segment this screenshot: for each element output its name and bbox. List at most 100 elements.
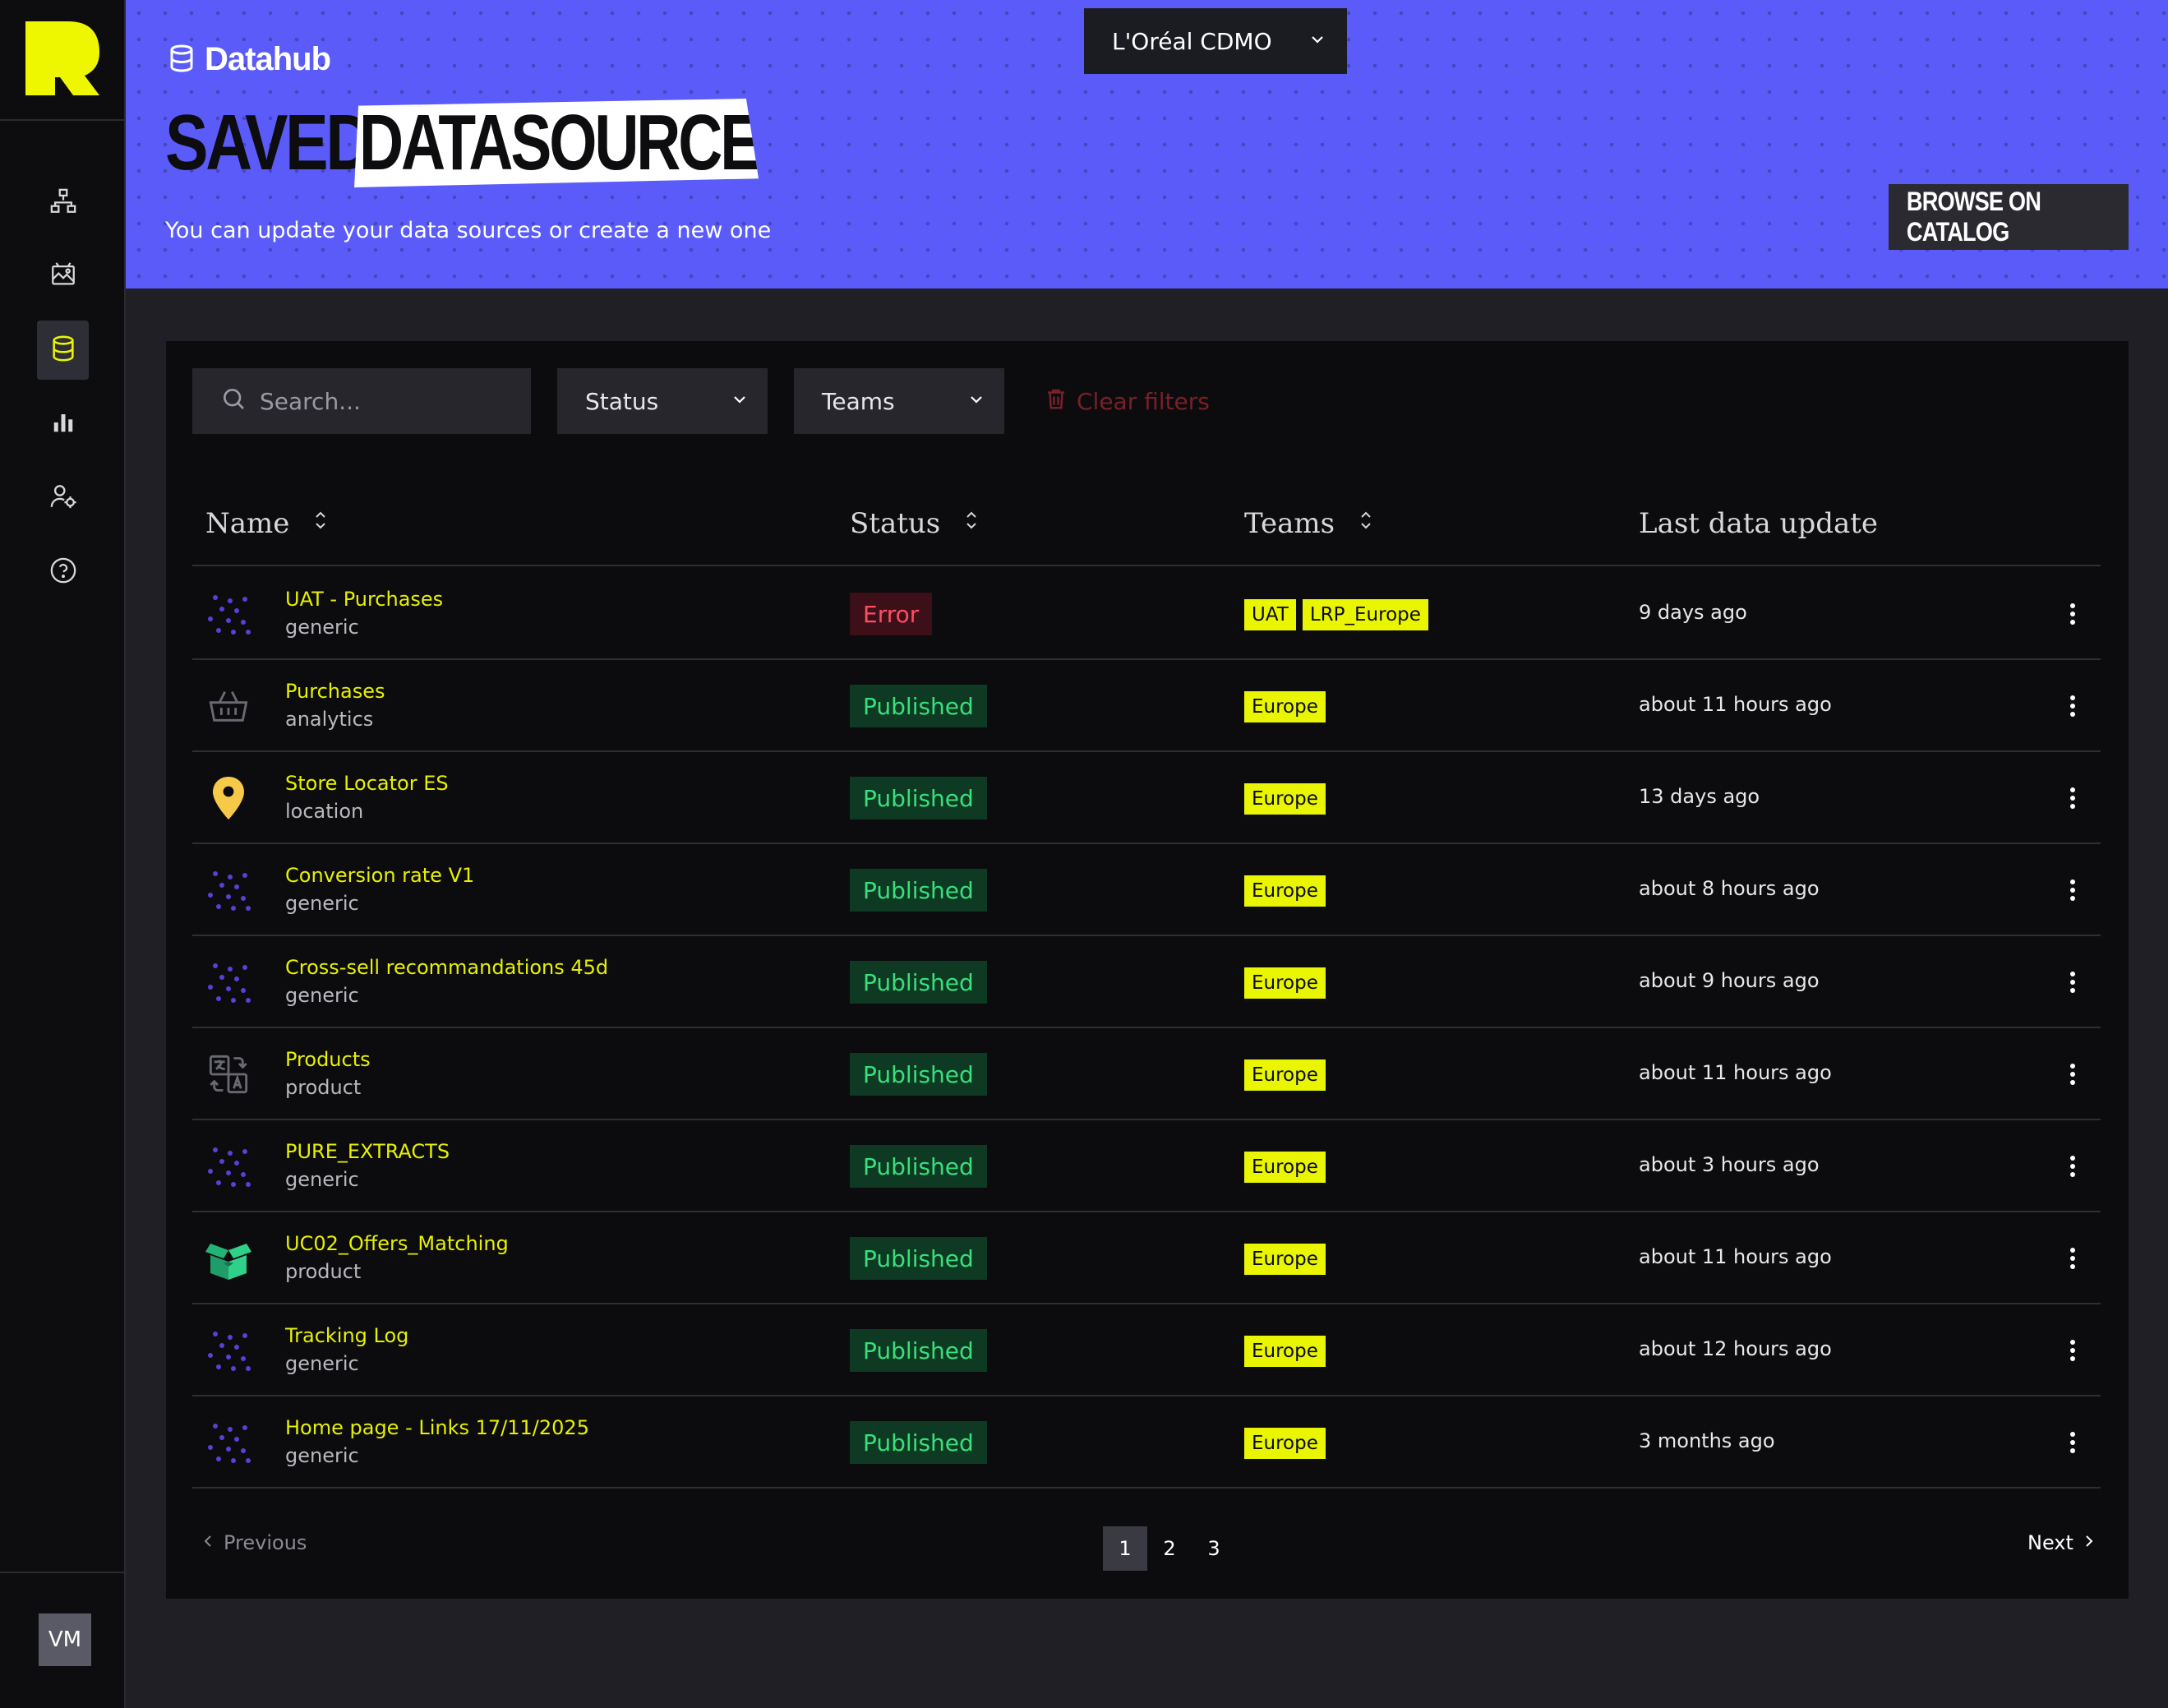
chevron-down-icon xyxy=(1308,28,1327,55)
status-badge: Published xyxy=(850,1421,987,1464)
team-tag: Europe xyxy=(1244,875,1326,907)
organization-select-value: L'Oréal CDMO xyxy=(1112,27,1272,55)
table-row[interactable]: Home page - Links 17/11/2025 generic Publi… xyxy=(192,1396,2101,1489)
datasource-type: analytics xyxy=(285,708,374,731)
table-row[interactable]: Cross-sell recommandations 45d generic Pub… xyxy=(192,936,2101,1028)
datasource-type: generic xyxy=(285,1444,359,1467)
table-row[interactable]: PURE_EXTRACTS generic Published Europe about… xyxy=(192,1120,2101,1212)
organization-select[interactable]: L'Oréal CDMO xyxy=(1084,8,1347,74)
search-input[interactable]: Search... xyxy=(192,368,531,434)
team-tags: Europe xyxy=(1244,875,1326,907)
datasource-name[interactable]: Store Locator ES xyxy=(285,772,449,795)
datasource-type: generic xyxy=(285,616,359,639)
more-options-icon[interactable] xyxy=(2058,688,2087,724)
table-row[interactable]: Store Locator ES location Published Europe 1… xyxy=(192,752,2101,844)
team-tags: Europe xyxy=(1244,1152,1326,1183)
nav-gallery[interactable] xyxy=(37,247,89,306)
team-tag: Europe xyxy=(1244,1152,1326,1183)
last-update: 3 months ago xyxy=(1639,1429,1775,1452)
more-options-icon[interactable] xyxy=(2058,872,2087,908)
team-tag: Europe xyxy=(1244,1336,1326,1367)
teams-filter[interactable]: Teams xyxy=(794,368,1004,434)
table-row[interactable]: UC02_Offers_Matching product Published Euro… xyxy=(192,1212,2101,1304)
table-row[interactable]: UAT - Purchases generic Error UAT LRP_Europe… xyxy=(192,568,2101,660)
datasource-name[interactable]: Tracking Log xyxy=(285,1324,408,1347)
browse-catalog-button[interactable]: BROWSE ON CATALOG xyxy=(1889,184,2129,250)
more-options-icon[interactable] xyxy=(2058,1332,2087,1369)
datasource-name[interactable]: UAT - Purchases xyxy=(285,588,443,611)
datasources-panel: Search... Status Teams Clear filters Nam… xyxy=(166,341,2129,1599)
table-row[interactable]: Tracking Log generic Published Europe about … xyxy=(192,1304,2101,1396)
database-icon xyxy=(49,335,77,366)
datasource-name[interactable]: Home page - Links 17/11/2025 xyxy=(285,1416,589,1439)
team-tags: Europe xyxy=(1244,1336,1326,1367)
nav-datasources[interactable] xyxy=(37,321,89,380)
more-options-icon[interactable] xyxy=(2058,780,2087,816)
page-title-part1: SAVED xyxy=(165,99,372,187)
more-options-icon[interactable] xyxy=(2058,1424,2087,1461)
column-header-teams-label: Teams xyxy=(1244,507,1335,540)
status-badge: Published xyxy=(850,1329,987,1372)
datasource-name[interactable]: Conversion rate V1 xyxy=(285,864,474,887)
dots-icon xyxy=(204,1418,253,1467)
status-badge: Published xyxy=(850,685,987,727)
search-placeholder: Search... xyxy=(260,387,361,415)
datasource-name[interactable]: PURE_EXTRACTS xyxy=(285,1140,450,1163)
page-2[interactable]: 2 xyxy=(1147,1526,1192,1571)
database-icon xyxy=(167,44,196,76)
more-options-icon[interactable] xyxy=(2058,1240,2087,1276)
status-badge: Published xyxy=(850,1053,987,1096)
last-update: about 8 hours ago xyxy=(1639,877,1820,900)
page-3[interactable]: 3 xyxy=(1192,1526,1236,1571)
sidebar: VM xyxy=(0,0,126,1708)
page-subtitle: You can update your data sources or crea… xyxy=(165,218,772,243)
page-1[interactable]: 1 xyxy=(1103,1526,1147,1571)
datasource-name[interactable]: Products xyxy=(285,1048,371,1071)
nav-users[interactable] xyxy=(37,469,89,528)
column-header-status[interactable]: Status xyxy=(850,481,980,566)
more-options-icon[interactable] xyxy=(2058,1056,2087,1092)
datasource-type: generic xyxy=(285,1168,359,1191)
avatar[interactable]: VM xyxy=(39,1613,91,1666)
hierarchy-icon xyxy=(49,187,77,219)
next-page-button[interactable]: Next xyxy=(2027,1531,2095,1554)
clear-filters-button[interactable]: Clear filters xyxy=(1044,368,1210,434)
chevron-down-icon xyxy=(730,388,750,415)
datasource-type: generic xyxy=(285,1352,359,1375)
translate-icon xyxy=(204,1050,253,1099)
column-header-name[interactable]: Name xyxy=(205,481,329,566)
dots-icon xyxy=(204,589,253,639)
more-options-icon[interactable] xyxy=(2058,964,2087,1000)
team-tags: Europe xyxy=(1244,1428,1326,1459)
more-options-icon[interactable] xyxy=(2058,596,2087,632)
dots-icon xyxy=(204,1142,253,1191)
datasource-name[interactable]: Cross-sell recommandations 45d xyxy=(285,956,608,979)
more-options-icon[interactable] xyxy=(2058,1148,2087,1184)
table-row[interactable]: Purchases analytics Published Europe about 1… xyxy=(192,660,2101,752)
team-tag: UAT xyxy=(1244,599,1296,630)
brand: Datahub xyxy=(167,41,331,78)
nav-analytics[interactable] xyxy=(37,395,89,454)
datasource-name[interactable]: UC02_Offers_Matching xyxy=(285,1232,509,1255)
status-badge: Published xyxy=(850,869,987,912)
nav-help[interactable] xyxy=(37,542,89,602)
chevron-down-icon xyxy=(966,388,986,415)
datasource-name[interactable]: Purchases xyxy=(285,680,385,703)
datasource-type: generic xyxy=(285,984,359,1007)
team-tag: Europe xyxy=(1244,1244,1326,1275)
page-header: Datahub SAVED DATASOURCES You can update… xyxy=(126,0,2168,289)
table-row[interactable]: Conversion rate V1 generic Published Europe… xyxy=(192,844,2101,936)
status-badge: Published xyxy=(850,1237,987,1280)
last-update: about 9 hours ago xyxy=(1639,969,1820,992)
datasource-type: location xyxy=(285,800,364,823)
nav-hierarchy[interactable] xyxy=(37,173,89,233)
status-filter[interactable]: Status xyxy=(557,368,768,434)
previous-page-button[interactable]: Previous xyxy=(202,1531,307,1554)
status-badge: Published xyxy=(850,961,987,1004)
column-header-teams[interactable]: Teams xyxy=(1244,481,1374,566)
table-row[interactable]: Products product Published Europe about 11 h… xyxy=(192,1028,2101,1120)
help-circle-icon xyxy=(49,556,77,588)
chevron-left-icon xyxy=(202,1531,214,1554)
brand-logo[interactable] xyxy=(25,21,99,99)
last-update: about 11 hours ago xyxy=(1639,1245,1832,1268)
